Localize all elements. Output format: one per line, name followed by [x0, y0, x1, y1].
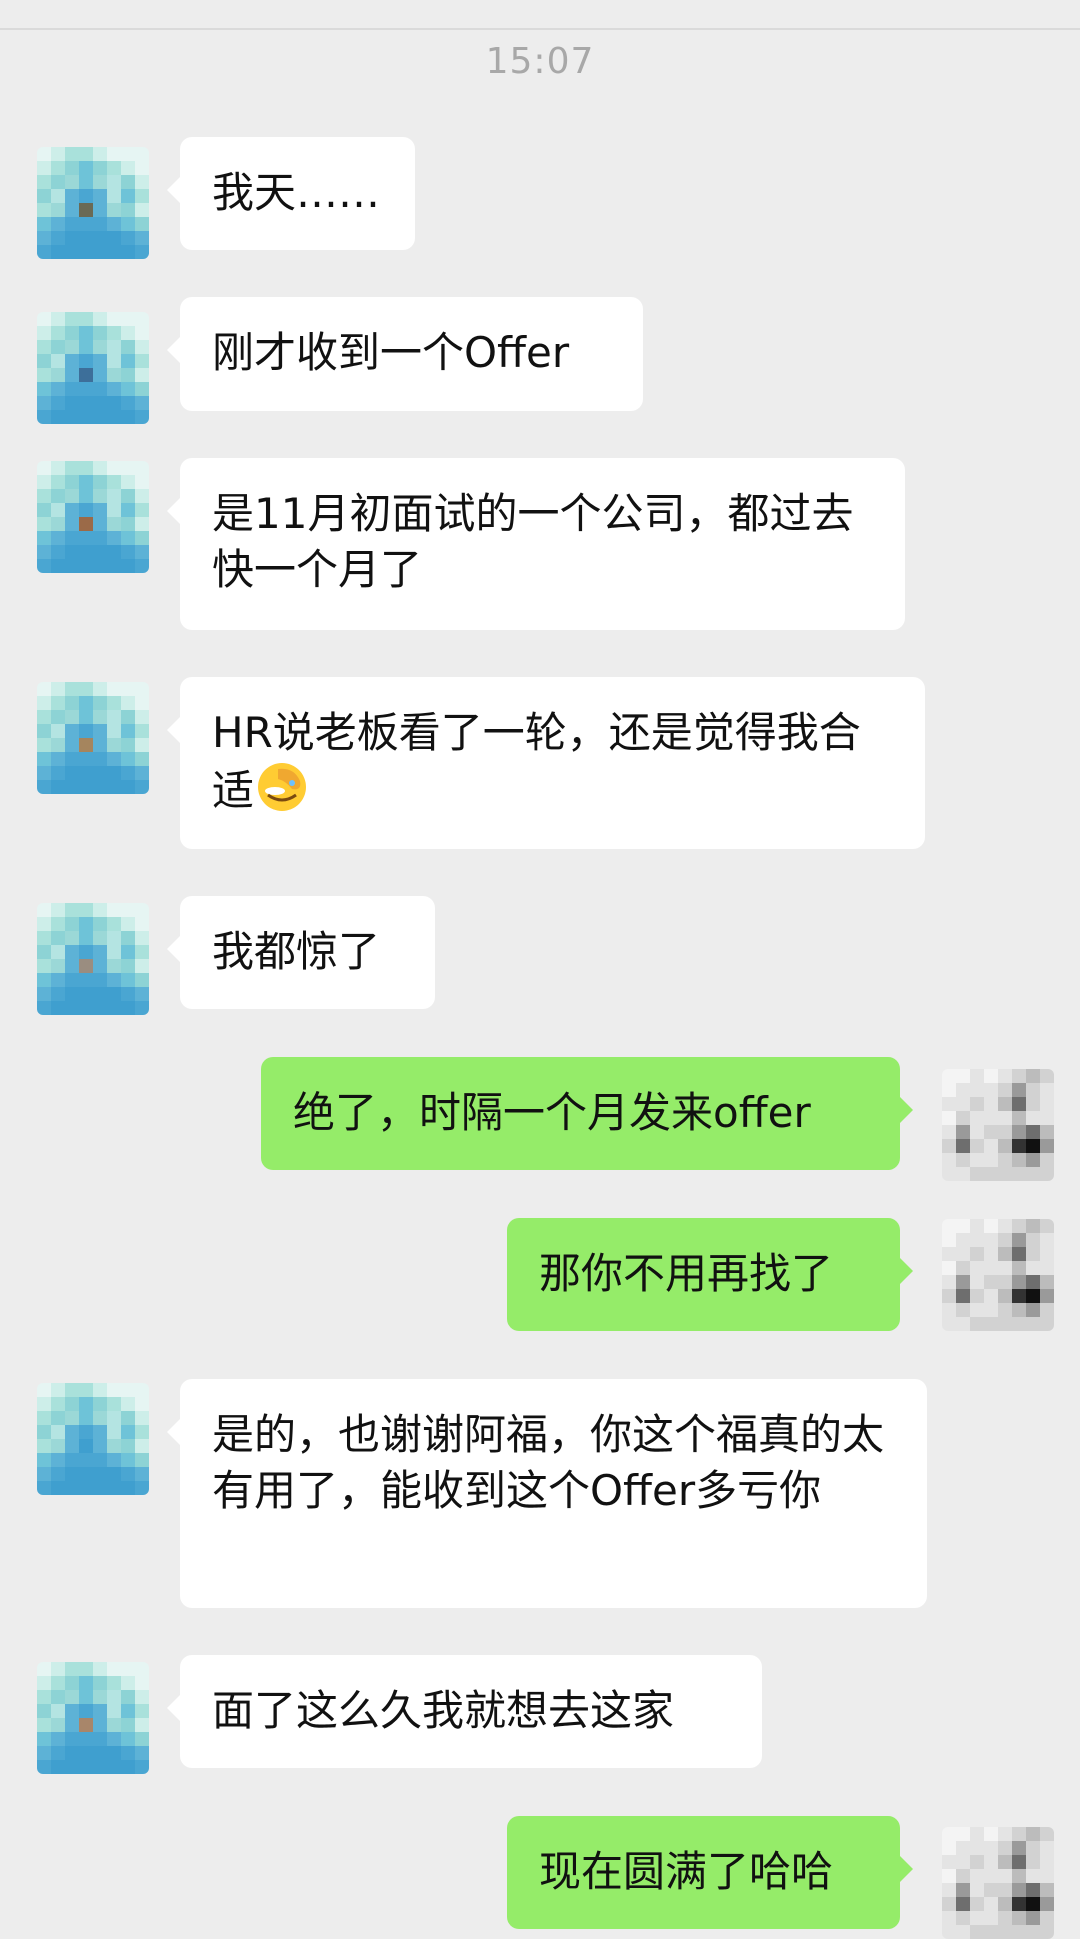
contact-avatar[interactable]	[37, 1662, 149, 1774]
message-bubble-incoming[interactable]: 是11月初面试的一个公司，都过去快一个月了	[167, 458, 905, 630]
contact-avatar[interactable]	[37, 1383, 149, 1495]
user-avatar[interactable]	[942, 1069, 1054, 1181]
user-avatar[interactable]	[942, 1827, 1054, 1939]
message-text: HR说老板看了一轮，还是觉得我合适	[212, 708, 861, 815]
message-bubble-incoming[interactable]: HR说老板看了一轮，还是觉得我合适	[167, 677, 925, 849]
contact-avatar[interactable]	[37, 903, 149, 1015]
contact-avatar[interactable]	[37, 147, 149, 259]
contact-avatar[interactable]	[37, 312, 149, 424]
message-text: 面了这么久我就想去这家	[212, 1686, 675, 1735]
message-text: 绝了，时隔一个月发来offer	[293, 1088, 811, 1137]
message-timestamp: 15:07	[485, 41, 595, 82]
message-bubble-incoming[interactable]: 面了这么久我就想去这家	[167, 1655, 762, 1768]
message-text: 现在圆满了哈哈	[539, 1847, 834, 1896]
contact-avatar[interactable]	[37, 682, 149, 794]
message-bubble-outgoing[interactable]: 那你不用再找了	[507, 1218, 913, 1331]
message-text: 刚才收到一个Offer	[212, 328, 570, 377]
message-text: 是的，也谢谢阿福，你这个福真的太有用了，能收到这个Offer多亏你	[212, 1410, 885, 1515]
message-text: 是11月初面试的一个公司，都过去快一个月了	[212, 489, 854, 594]
message-text: 我都惊了	[212, 927, 381, 976]
message-bubble-incoming[interactable]: 我都惊了	[167, 896, 435, 1009]
user-avatar[interactable]	[942, 1219, 1054, 1331]
message-bubble-incoming[interactable]: 是的，也谢谢阿福，你这个福真的太有用了，能收到这个Offer多亏你	[167, 1379, 927, 1608]
message-text: 我天……	[212, 168, 381, 217]
message-bubble-incoming[interactable]: 刚才收到一个Offer	[167, 297, 643, 411]
divider	[0, 28, 1080, 30]
contact-avatar[interactable]	[37, 461, 149, 573]
message-text: 那你不用再找了	[539, 1249, 834, 1298]
message-bubble-outgoing[interactable]: 现在圆满了哈哈	[507, 1816, 913, 1929]
message-bubble-incoming[interactable]: 我天……	[167, 137, 415, 250]
message-bubble-outgoing[interactable]: 绝了，时隔一个月发来offer	[261, 1057, 913, 1170]
facepalm-emoji-icon	[256, 761, 308, 813]
chat-view[interactable]: 15:07 我天…… 刚才收到一个Offer 是11月初面试的一个公司，都过去快…	[0, 0, 1080, 1939]
